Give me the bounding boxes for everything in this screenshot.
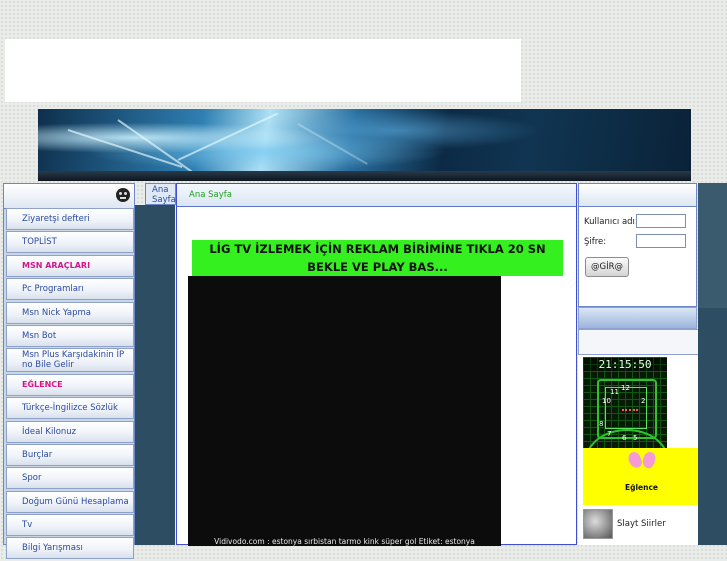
main-content: Ana Sayfa LİG TV İZLEMEK İÇİN REKLAM BİR… xyxy=(176,183,577,546)
sidebar-item[interactable]: Msn Nick Yapma xyxy=(6,301,134,324)
sidebar-item[interactable]: Msn Bot xyxy=(6,324,134,347)
sidebar-item[interactable]: Bilgi Yarışması xyxy=(6,537,134,560)
login-box: Kullanıcı adı: Şifre: @GİR@ xyxy=(578,183,697,307)
sidebar-item[interactable]: TOPLİST xyxy=(6,231,134,254)
sidebar-header xyxy=(4,184,134,209)
widget-header xyxy=(578,329,704,355)
sidebar-item[interactable]: Tv xyxy=(6,514,134,537)
slayt-label: Slayt Siirler xyxy=(617,519,666,529)
eglence-widget[interactable]: Eğlence xyxy=(583,448,700,505)
login-header xyxy=(579,184,696,207)
slayt-siirler-link[interactable]: Slayt Siirler xyxy=(583,508,666,540)
username-input[interactable] xyxy=(636,214,686,228)
sidebar-item[interactable]: Ziyaretşi defteri xyxy=(6,208,134,230)
sidebar-item[interactable]: Spor xyxy=(6,467,134,490)
announcement-banner: LİG TV İZLEMEK İÇİN REKLAM BİRİMİNE TIKL… xyxy=(192,240,563,276)
right-edge-top xyxy=(698,183,727,308)
left-sidebar: Ziyaretşi defteri TOPLİST MSN ARAÇLARI Pc P… xyxy=(3,183,135,560)
eglence-label: Eğlence xyxy=(624,483,659,492)
sidebar-menu: Ziyaretşi defteri TOPLİST MSN ARAÇLARI Pc P… xyxy=(6,208,134,561)
sidebar-item[interactable]: Msn Plus Karşıdakinin İP no Bile Gelir xyxy=(6,348,134,373)
video-player[interactable]: Vidivodo.com : estonya sırbistan tarmo k… xyxy=(188,276,501,546)
skull-icon xyxy=(116,188,130,202)
slayt-thumbnail xyxy=(583,509,613,539)
sidebar-item[interactable]: MSN ARAÇLARI xyxy=(6,254,134,277)
breadcrumb[interactable]: Ana Sayfa xyxy=(145,183,176,205)
sidebar-item[interactable]: Burçlar xyxy=(6,443,134,466)
site-header-banner xyxy=(38,109,691,181)
sidebar-item[interactable]: Pc Programları xyxy=(6,278,134,301)
login-button[interactable]: @GİR@ xyxy=(585,257,629,277)
main-header-title[interactable]: Ana Sayfa xyxy=(177,184,576,207)
butterfly-icon xyxy=(629,452,655,474)
sidebar-item[interactable]: EĞLENCE xyxy=(6,373,134,396)
sidebar-blue-bar xyxy=(578,307,697,329)
password-label: Şifre: xyxy=(584,237,607,247)
clock-time: 21:15:50 xyxy=(583,358,667,371)
sidebar-item[interactable]: Doğum Günü Hesaplama xyxy=(6,490,134,513)
dark-divider xyxy=(135,205,175,545)
right-sidebar: Kullanıcı adı: Şifre: @GİR@ 21:15:50 12 … xyxy=(578,183,704,545)
sidebar-item[interactable]: İdeal Kilonuz xyxy=(6,420,134,443)
sidebar-item[interactable]: Türkçe-İngilizce Sözlük xyxy=(6,397,134,420)
username-label: Kullanıcı adı: xyxy=(584,217,638,227)
widget-area: 21:15:50 12 11 10 8 7 6 5 2 Eğlence Slay… xyxy=(578,355,700,545)
ad-banner-placeholder xyxy=(5,39,521,102)
password-input[interactable] xyxy=(636,234,686,248)
